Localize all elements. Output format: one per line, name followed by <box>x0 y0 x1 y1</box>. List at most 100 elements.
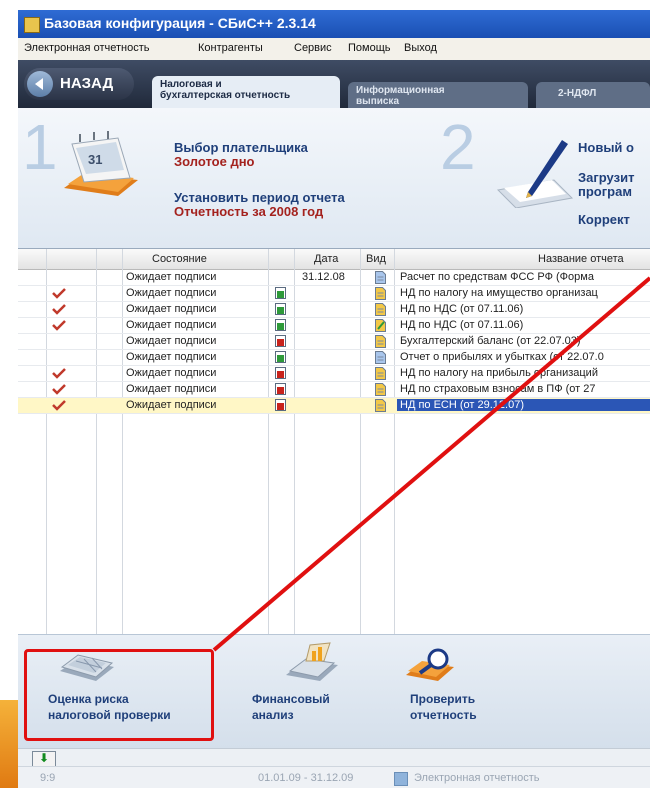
check-mark-icon[interactable] <box>52 367 66 379</box>
status-module: Электронная отчетность <box>414 772 540 784</box>
pen-paper-icon <box>496 140 574 208</box>
check-mark-icon[interactable] <box>52 399 66 411</box>
table-row[interactable]: Ожидает подписи НД по ЕСН (от 29.12.07) <box>18 398 650 414</box>
calendar-day: 31 <box>88 152 102 167</box>
column-header-date[interactable]: Дата <box>314 253 338 265</box>
table-row[interactable]: Ожидает подписи НД по страховым взносам в… <box>18 382 650 398</box>
reports-table: Состояние Дата Вид Название отчета Ожида… <box>18 248 650 635</box>
check-mark-icon[interactable] <box>52 303 66 315</box>
document-icon <box>375 399 386 412</box>
title-bar: Базовая конфигурация - СБиС++ 2.3.14 <box>18 10 650 38</box>
row-state: Ожидает подписи <box>126 303 217 315</box>
document-icon <box>375 335 386 348</box>
menu-item-reporting[interactable]: Электронная отчетность <box>24 42 149 54</box>
tab-label-line1: Информационная <box>356 85 445 96</box>
document-icon <box>375 319 386 332</box>
row-state: Ожидает подписи <box>126 271 217 283</box>
row-state: Ожидает подписи <box>126 351 217 363</box>
back-button-label: НАЗАД <box>60 75 114 92</box>
tab-label-line2: бухгалтерская отчетность <box>160 90 291 101</box>
row-report-name: НД по НДС (от 07.11.06) <box>400 319 524 331</box>
signature-status-icon <box>275 351 286 363</box>
column-header-name[interactable]: Название отчета <box>538 253 624 265</box>
signature-status-icon <box>275 367 286 379</box>
signature-status-icon <box>275 383 286 395</box>
document-icon <box>375 271 386 284</box>
column-header-state[interactable]: Состояние <box>152 253 207 265</box>
status-period: 01.01.09 - 31.12.09 <box>258 772 354 784</box>
table-row[interactable]: Ожидает подписи 31.12.08 Расчет по средств… <box>18 270 650 286</box>
document-icon <box>375 287 386 300</box>
back-button[interactable]: НАЗАД <box>24 68 134 100</box>
signature-status-icon <box>275 287 286 299</box>
signature-status-icon <box>275 303 286 315</box>
menu-item-service[interactable]: Сервис <box>294 42 332 54</box>
row-report-name: Бухгалтерский баланс (от 22.07.03) <box>400 335 581 347</box>
decor-orange-shape <box>0 700 18 788</box>
row-report-name: Расчет по средствам ФСС РФ (Форма <box>400 271 594 283</box>
menu-bar: Электронная отчетность Контрагенты Серви… <box>18 38 650 61</box>
table-row[interactable]: Ожидает подписи Отчет о прибылях и убытка… <box>18 350 650 366</box>
row-state: Ожидает подписи <box>126 319 217 331</box>
module-icon <box>394 772 408 786</box>
wizard-header: 1 31 Выбор плательщика Золотое дно Устан… <box>18 108 650 248</box>
table-row[interactable]: Ожидает подписи НД по НДС (от 07.11.06) <box>18 318 650 334</box>
payer-value: Золотое дно <box>174 154 255 169</box>
table-row[interactable]: Ожидает подписи НД по налогу на имущество… <box>18 286 650 302</box>
status-bar: 9:9 01.01.09 - 31.12.09 Электронная отче… <box>18 766 650 788</box>
row-date: 31.12.08 <box>302 271 345 283</box>
step-number-2: 2 <box>440 111 476 183</box>
document-icon <box>375 367 386 380</box>
back-arrow-icon <box>27 71 53 97</box>
column-header-kind[interactable]: Вид <box>366 253 386 265</box>
document-icon <box>375 383 386 396</box>
menu-item-help[interactable]: Помощь <box>348 42 391 54</box>
signature-status-icon <box>275 319 286 331</box>
magnifier-icon[interactable] <box>402 641 462 685</box>
status-counter: 9:9 <box>40 772 56 784</box>
row-report-name: НД по ЕСН (от 29.12.07) <box>397 399 650 411</box>
table-row[interactable]: Ожидает подписи НД по НДС (от 07.11.06) <box>18 302 650 318</box>
step2-program: програм <box>578 184 632 199</box>
tab-label-line1: Налоговая и <box>160 79 222 90</box>
calendar-icon: 31 <box>64 131 138 196</box>
step2-new[interactable]: Новый о <box>578 140 634 155</box>
check-mark-icon[interactable] <box>52 383 66 395</box>
row-state: Ожидает подписи <box>126 367 217 379</box>
finance-analysis-line1[interactable]: Финансовый <box>252 691 330 707</box>
row-report-name: НД по НДС (от 07.11.06) <box>400 303 524 315</box>
row-state: Ожидает подписи <box>126 335 217 347</box>
step2-load[interactable]: Загрузит <box>578 170 634 185</box>
app-icon <box>24 17 40 33</box>
period-value: Отчетность за 2008 год <box>174 204 324 219</box>
check-mark-icon[interactable] <box>52 287 66 299</box>
step2-correct[interactable]: Коррект <box>578 212 630 227</box>
check-reports-line1[interactable]: Проверить <box>410 691 475 707</box>
navigation-bar: НАЗАД Налоговая и бухгалтерская отчетнос… <box>18 60 650 108</box>
table-row[interactable]: Ожидает подписи Бухгалтерский баланс (от … <box>18 334 650 350</box>
check-mark-icon[interactable] <box>52 319 66 331</box>
check-reports-line2[interactable]: отчетность <box>410 707 477 723</box>
tab-info-statement[interactable]: Информационная выписка <box>348 82 528 108</box>
table-header: Состояние Дата Вид Название отчета <box>18 249 650 270</box>
menu-item-counterparties[interactable]: Контрагенты <box>198 42 263 54</box>
finance-analysis-line2[interactable]: анализ <box>252 707 294 723</box>
signature-status-icon <box>275 399 286 411</box>
add-download-button[interactable]: ⬇ <box>32 751 56 767</box>
action-panel: Оценка риска налоговой проверки Финансов… <box>18 634 650 749</box>
menu-item-exit[interactable]: Выход <box>404 42 437 54</box>
tab-label-line1: 2-НДФЛ <box>558 88 597 99</box>
highlight-frame <box>24 649 214 741</box>
tab-2ndfl[interactable]: 2-НДФЛ <box>536 82 650 108</box>
document-icon <box>375 351 386 364</box>
document-icon <box>375 303 386 316</box>
period-label[interactable]: Установить период отчета <box>174 190 345 205</box>
tab-label-line2: выписка <box>356 96 400 107</box>
row-report-name: Отчет о прибылях и убытках (от 22.07.0 <box>400 351 604 363</box>
app-window: Базовая конфигурация - СБиС++ 2.3.14 Эле… <box>18 10 650 788</box>
table-row[interactable]: Ожидает подписи НД по налогу на прибыль о… <box>18 366 650 382</box>
payer-label[interactable]: Выбор плательщика <box>174 140 308 155</box>
tab-tax-reporting[interactable]: Налоговая и бухгалтерская отчетность <box>152 76 340 108</box>
finance-chart-icon[interactable] <box>282 641 342 685</box>
row-report-name: НД по налогу на прибыль организаций <box>400 367 598 379</box>
